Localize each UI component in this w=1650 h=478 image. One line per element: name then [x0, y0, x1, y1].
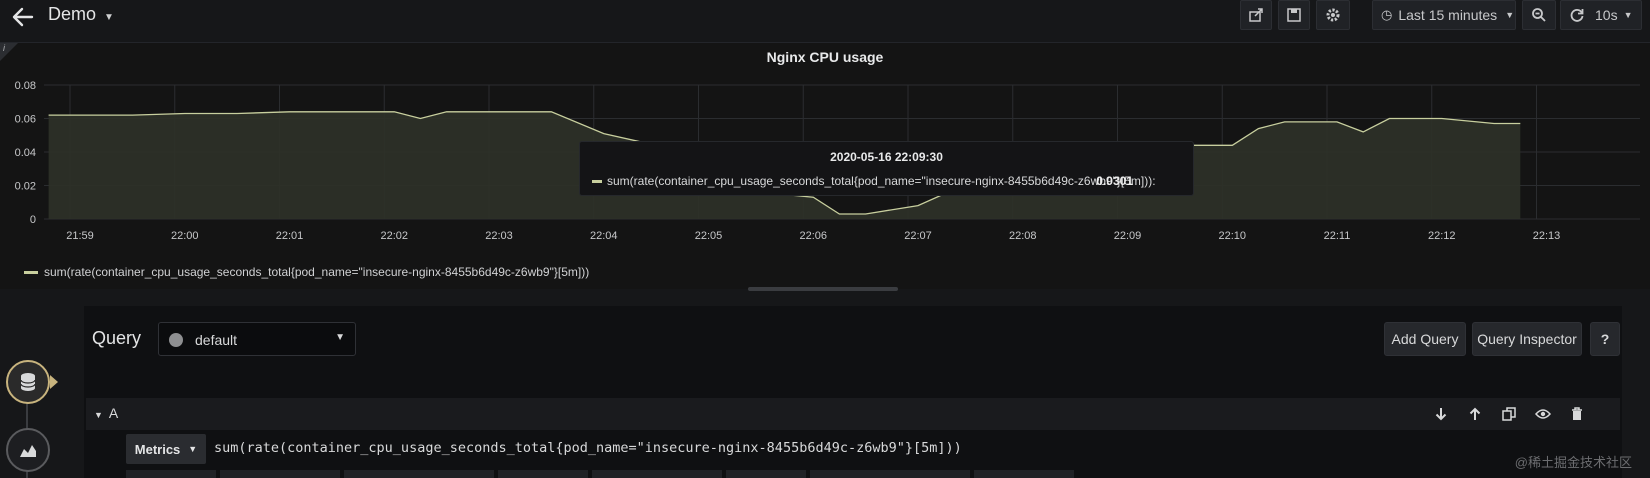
x-tick-label: 22:04	[590, 230, 618, 242]
tooltip-time: 2020-05-16 22:09:30	[830, 150, 943, 164]
panel-resize-handle[interactable]	[748, 287, 898, 291]
query-inspector-button[interactable]: Query Inspector	[1472, 322, 1582, 356]
dashboard-title[interactable]: Demo	[48, 4, 96, 25]
datasource-value: default	[195, 332, 238, 348]
active-tab-pointer	[50, 375, 58, 389]
query-row-header[interactable]	[86, 398, 1620, 430]
query-row-toggle[interactable]: ▼ A	[94, 405, 118, 421]
clock-icon: ◷	[1381, 7, 1393, 22]
x-tick-label: 22:06	[799, 230, 827, 242]
chevron-down-icon: ▼	[1623, 10, 1633, 20]
tooltip-value: 0.0301	[1096, 174, 1133, 188]
save-icon	[1287, 8, 1301, 22]
refresh-interval-label: 10s	[1595, 7, 1618, 23]
legend-swatch	[24, 270, 38, 274]
share-icon	[1249, 8, 1263, 22]
y-tick-label: 0.08	[15, 80, 36, 92]
datasource-select[interactable]: default ▼	[158, 322, 356, 356]
move-down-button[interactable]	[1424, 404, 1458, 424]
gear-icon	[1326, 8, 1340, 22]
duplicate-query-button[interactable]	[1492, 404, 1526, 424]
x-tick-label: 22:00	[171, 230, 199, 242]
arrow-up-icon	[1469, 407, 1481, 420]
promql-expression-input[interactable]: sum(rate(container_cpu_usage_seconds_tot…	[214, 440, 962, 456]
time-range-picker[interactable]: ◷ Last 15 minutes ▼	[1372, 0, 1516, 30]
refresh-icon	[1570, 9, 1584, 22]
x-tick-label: 22:05	[695, 230, 723, 242]
tooltip-series-label: sum(rate(container_cpu_usage_seconds_tot…	[607, 174, 1156, 188]
help-button[interactable]: ?	[1590, 322, 1620, 356]
legend-series-label: sum(rate(container_cpu_usage_seconds_tot…	[44, 265, 590, 279]
query-label: Query	[92, 328, 142, 348]
x-tick-label: 21:59	[66, 230, 94, 242]
queries-tab[interactable]	[6, 360, 50, 404]
metrics-label: Metrics	[134, 441, 181, 457]
refresh-picker[interactable]: 10s ▼	[1560, 0, 1642, 30]
x-tick-label: 22:07	[904, 230, 932, 242]
datasource-icon	[169, 333, 183, 347]
toggle-visibility-button[interactable]	[1526, 404, 1560, 424]
chevron-down-icon: ▼	[94, 410, 103, 420]
chart-legend[interactable]: sum(rate(container_cpu_usage_seconds_tot…	[24, 265, 589, 279]
chevron-down-icon: ▼	[335, 332, 345, 343]
x-tick-label: 22:01	[276, 230, 304, 242]
x-tick-label: 22:12	[1428, 230, 1456, 242]
y-tick-label: 0.04	[15, 147, 36, 159]
share-button[interactable]	[1240, 0, 1272, 30]
chart-tooltip: 2020-05-16 22:09:30 sum(rate(container_c…	[579, 141, 1194, 196]
zoom-out-button[interactable]	[1522, 0, 1556, 30]
top-nav-bar: Demo ▼ ◷ Last 15 minutes ▼ 10s ▼	[0, 0, 1650, 34]
panel-title[interactable]: Nginx CPU usage	[0, 49, 1650, 65]
chart-area-icon	[20, 445, 36, 457]
y-tick-label: 0.06	[15, 114, 36, 126]
tooltip-series-row: sum(rate(container_cpu_usage_seconds_tot…	[592, 174, 1156, 188]
x-tick-label: 22:08	[1009, 230, 1037, 242]
trash-icon	[1572, 407, 1582, 420]
x-tick-label: 22:13	[1533, 230, 1561, 242]
settings-button[interactable]	[1316, 0, 1350, 30]
query-options-strip	[126, 470, 1466, 478]
back-arrow-icon[interactable]	[10, 4, 36, 30]
metrics-dropdown[interactable]: Metrics ▼	[126, 434, 206, 464]
save-dashboard-button[interactable]	[1278, 0, 1310, 30]
visualization-tab[interactable]	[6, 428, 50, 472]
query-row-label: A	[108, 405, 119, 421]
eye-icon	[1535, 409, 1551, 419]
chevron-down-icon[interactable]: ▼	[104, 12, 114, 23]
x-tick-label: 22:11	[1324, 230, 1351, 242]
chevron-down-icon: ▼	[1505, 10, 1515, 20]
x-tick-label: 22:02	[380, 230, 408, 242]
x-tick-label: 22:10	[1218, 230, 1246, 242]
delete-query-button[interactable]	[1560, 404, 1594, 424]
x-tick-label: 22:03	[485, 230, 513, 242]
watermark-text: @稀土掘金技术社区	[1514, 455, 1632, 470]
time-range-label: Last 15 minutes	[1398, 7, 1498, 23]
y-tick-label: 0.02	[15, 181, 36, 193]
add-query-button[interactable]: Add Query	[1384, 322, 1466, 356]
copy-icon	[1502, 407, 1516, 421]
database-icon	[20, 373, 36, 391]
query-row-actions	[1424, 404, 1594, 424]
zoom-out-icon	[1532, 8, 1546, 22]
chevron-down-icon: ▼	[188, 444, 198, 454]
tooltip-swatch	[592, 179, 602, 183]
arrow-down-icon	[1435, 408, 1447, 421]
y-tick-label: 0	[30, 214, 36, 226]
x-tick-label: 22:09	[1114, 230, 1142, 242]
move-up-button[interactable]	[1458, 404, 1492, 424]
